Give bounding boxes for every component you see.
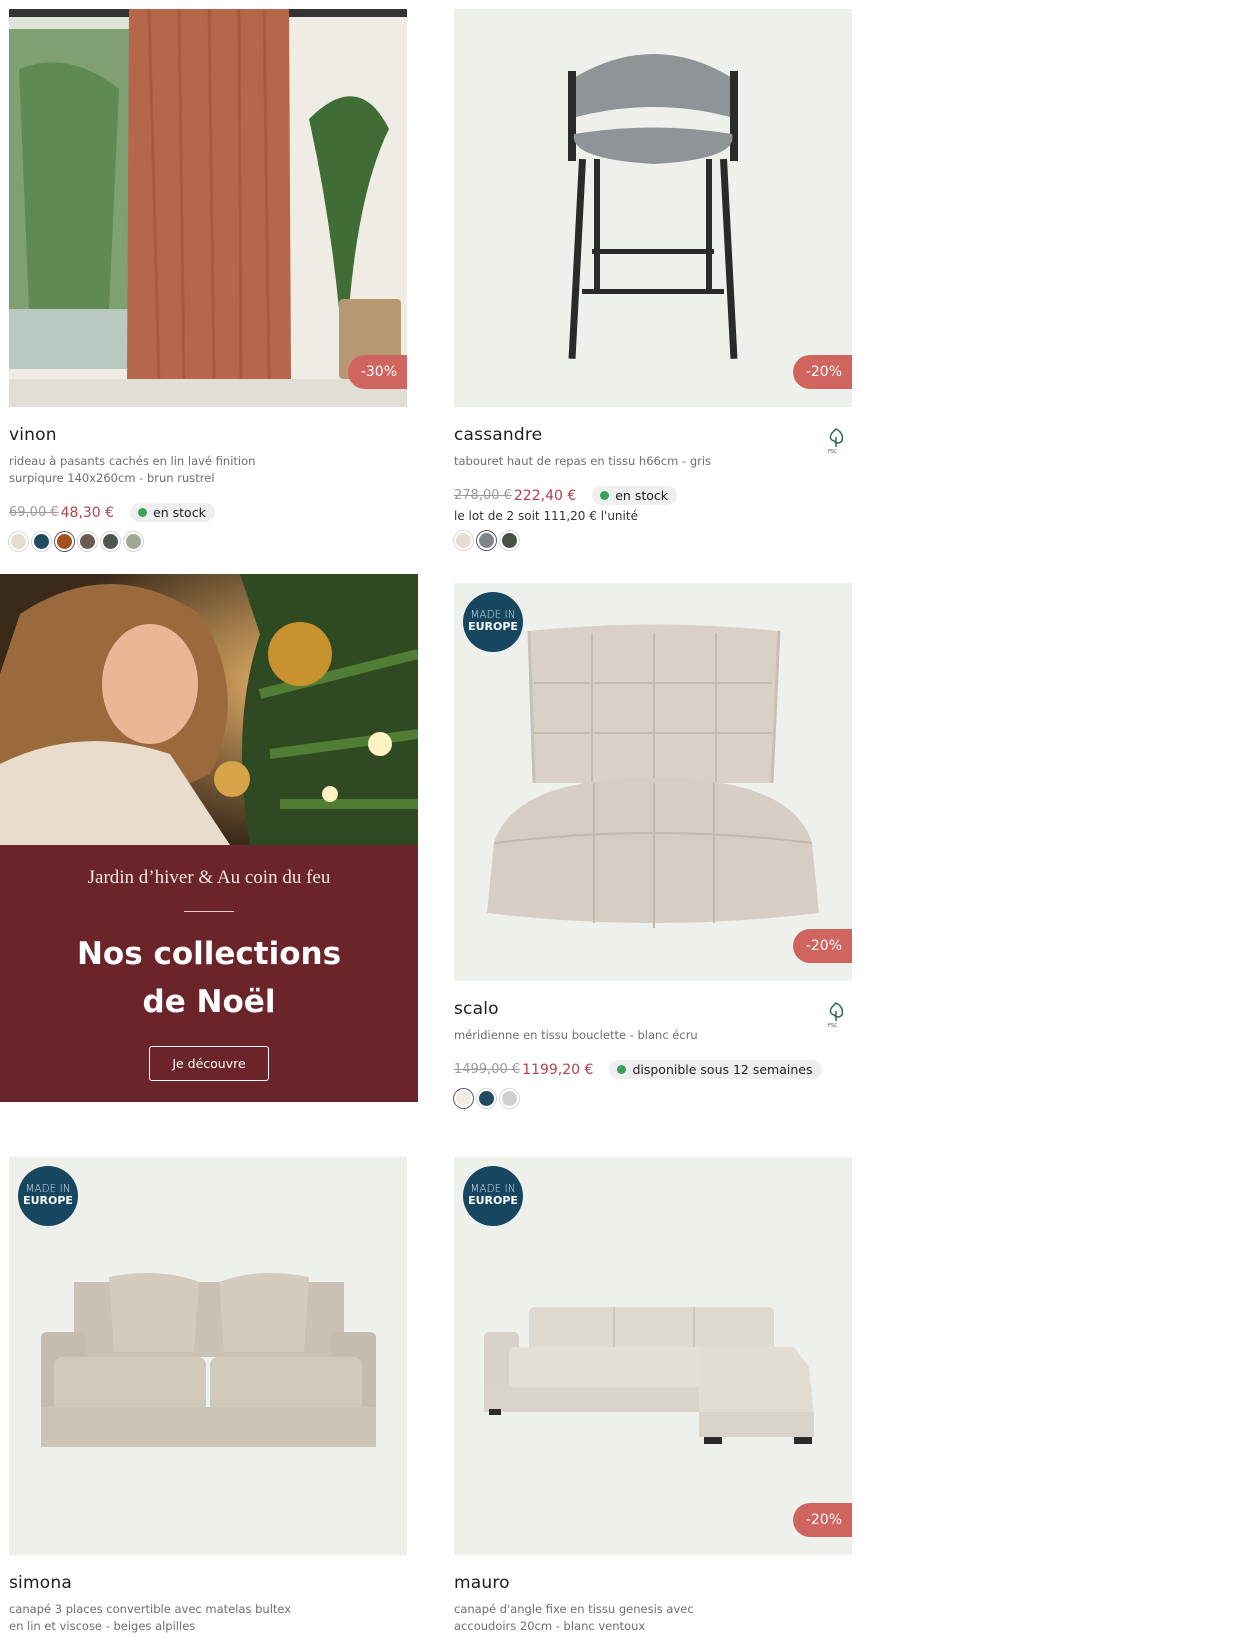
lot-price-note: le lot de 2 soit 111,20 € l'unité	[454, 509, 638, 523]
new-price: 48,30 €	[60, 504, 115, 521]
color-swatch[interactable]	[9, 532, 28, 551]
product-image-sofa[interactable]: MADE IN EUROPE	[9, 1157, 407, 1555]
color-swatch-selected[interactable]	[454, 1089, 473, 1108]
made-in-europe-badge: MADE IN EUROPE	[463, 1166, 523, 1226]
fsc-tree-icon: FSC	[828, 428, 844, 455]
discount-badge: -30%	[347, 355, 407, 389]
product-image-lounge-chair[interactable]: MADE IN EUROPE -20%	[454, 583, 852, 981]
product-name[interactable]: cassandre	[454, 425, 852, 445]
discount-badge: -20%	[792, 929, 852, 963]
stock-dot-icon	[600, 491, 610, 500]
fsc-tree-icon: FSC	[828, 1002, 844, 1029]
product-image-corner-sofa[interactable]: MADE IN EUROPE -20%	[454, 1157, 852, 1555]
color-swatch[interactable]	[500, 531, 519, 550]
discover-button[interactable]: Je découvre	[149, 1046, 269, 1081]
old-price: 69,00 €	[9, 505, 59, 520]
new-price: 1199,20 €	[522, 1061, 594, 1078]
color-swatch[interactable]	[32, 532, 51, 551]
color-swatch[interactable]	[101, 532, 120, 551]
fsc-label: FSC	[828, 449, 838, 455]
badge-line2: EUROPE	[468, 620, 518, 633]
price-row: 69,00 € 48,30 € en stock	[9, 503, 407, 522]
product-name[interactable]: mauro	[454, 1573, 852, 1593]
price-row: 278,00 € 222,40 € en stock	[454, 486, 852, 505]
divider	[184, 911, 234, 912]
badge-line2: EUROPE	[468, 1194, 518, 1207]
product-image-stool[interactable]: -20%	[454, 9, 852, 407]
banner-title-line1: Nos collections	[76, 936, 342, 972]
color-swatch-selected[interactable]	[55, 532, 74, 551]
product-name[interactable]: scalo	[454, 999, 852, 1019]
product-card-vinon[interactable]: -30% vinon rideau à pasants cachés en li…	[9, 9, 407, 551]
product-card-scalo[interactable]: MADE IN EUROPE -20% FSC scalo méridienne…	[454, 583, 852, 1108]
product-description: tabouret haut de repas en tissu h66cm - …	[454, 454, 712, 468]
product-name[interactable]: simona	[9, 1573, 407, 1593]
banner-photo-girl-christmas-tree	[0, 574, 418, 845]
product-description: méridienne en tissu bouclette - blanc éc…	[454, 1028, 698, 1042]
fsc-label: FSC	[828, 1023, 838, 1029]
banner-subtitle: Jardin d’hiver & Au coin du feu	[87, 867, 331, 888]
color-swatch[interactable]	[78, 532, 97, 551]
stock-label: en stock	[153, 505, 206, 520]
product-description: canapé d'angle fixe en tissu genesis ave…	[454, 1602, 694, 1633]
made-in-europe-badge: MADE IN EUROPE	[18, 1166, 78, 1226]
discount-badge: -20%	[792, 355, 852, 389]
product-card-cassandre[interactable]: -20% FSC cassandre tabouret haut de repa…	[454, 9, 852, 550]
product-card-mauro[interactable]: MADE IN EUROPE -20% mauro canapé d'angle…	[454, 1157, 852, 1635]
color-swatches	[454, 1089, 852, 1108]
old-price: 278,00 €	[454, 488, 512, 503]
color-swatch[interactable]	[124, 532, 143, 551]
banner-panel: Jardin d’hiver & Au coin du feu Nos coll…	[0, 845, 418, 1102]
stock-badge: en stock	[592, 486, 677, 505]
product-image-curtain[interactable]: -30%	[9, 9, 407, 407]
product-name[interactable]: vinon	[9, 425, 407, 445]
stock-label: disponible sous 12 semaines	[632, 1062, 813, 1077]
color-swatch[interactable]	[454, 531, 473, 550]
discount-badge: -20%	[792, 1503, 852, 1537]
color-swatch[interactable]	[500, 1089, 519, 1108]
badge-line2: EUROPE	[23, 1194, 73, 1207]
product-description: rideau à pasants cachés en lin lavé fini…	[9, 454, 256, 485]
stock-badge: disponible sous 12 semaines	[609, 1060, 822, 1079]
color-swatches	[454, 531, 852, 550]
color-swatches	[9, 532, 407, 551]
stock-dot-icon	[138, 508, 148, 517]
color-swatch-selected[interactable]	[477, 531, 496, 550]
product-description: canapé 3 places convertible avec matelas…	[9, 1602, 292, 1633]
price-row: 1499,00 € 1199,20 € disponible sous 12 s…	[454, 1060, 852, 1079]
banner-title-line2: de Noël	[142, 984, 276, 1020]
made-in-europe-badge: MADE IN EUROPE	[463, 592, 523, 652]
stock-label: en stock	[615, 488, 668, 503]
new-price: 222,40 €	[513, 487, 577, 504]
product-card-simona[interactable]: MADE IN EUROPE simona canapé 3 places co…	[9, 1157, 407, 1635]
stock-badge: en stock	[130, 503, 215, 522]
christmas-collection-banner[interactable]: Jardin d’hiver & Au coin du feu Nos coll…	[0, 574, 418, 1102]
stock-dot-icon	[617, 1065, 627, 1074]
color-swatch[interactable]	[477, 1089, 496, 1108]
old-price: 1499,00 €	[454, 1062, 521, 1077]
